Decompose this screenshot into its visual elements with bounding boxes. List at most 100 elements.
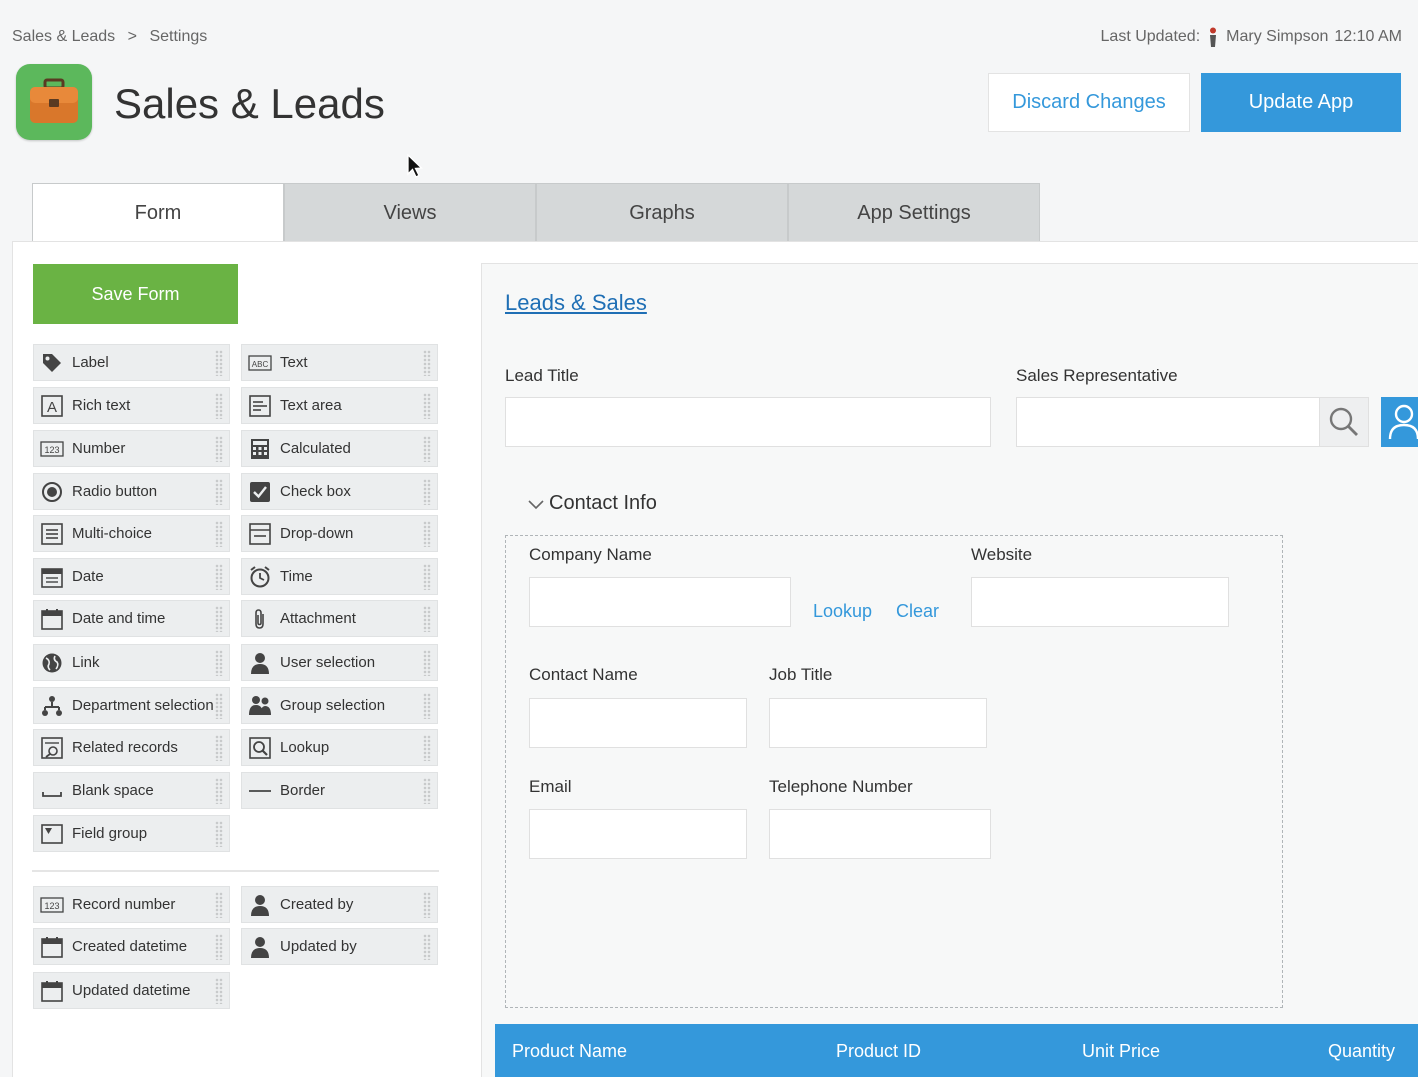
- calendar-icon: [39, 978, 65, 1004]
- email-label: Email: [529, 777, 572, 796]
- user-icon: [247, 934, 273, 960]
- palette-item-date-and-time[interactable]: Date and time: [33, 600, 230, 637]
- palette-item-time[interactable]: Time: [241, 558, 438, 595]
- palette-item-text[interactable]: ABC Text: [241, 344, 438, 381]
- palette-divider: [32, 870, 439, 872]
- product-table-header: Product Name Product ID Unit Price Quant…: [495, 1024, 1418, 1077]
- palette-item-related-records[interactable]: Related records: [33, 729, 230, 766]
- palette-item-date[interactable]: Date: [33, 558, 230, 595]
- column-header-unit-price[interactable]: Unit Price: [1082, 1041, 1160, 1062]
- discard-changes-button[interactable]: Discard Changes: [988, 73, 1190, 132]
- calculator-icon: [247, 436, 273, 462]
- palette-item-number[interactable]: 123 Number: [33, 430, 230, 467]
- palette-item-updated-datetime[interactable]: Updated datetime: [33, 972, 230, 1009]
- tab-graphs[interactable]: Graphs: [536, 183, 788, 243]
- sales-rep-user-button[interactable]: [1381, 397, 1418, 447]
- palette-item-lookup[interactable]: Lookup: [241, 729, 438, 766]
- palette-item-rich-text[interactable]: A Rich text: [33, 387, 230, 424]
- palette-item-group-selection[interactable]: Group selection: [241, 687, 438, 724]
- lead-title-input[interactable]: [505, 397, 991, 447]
- job-title-input[interactable]: [769, 698, 987, 748]
- palette-item-record-number[interactable]: 123 Record number: [33, 886, 230, 923]
- palette-item-attachment[interactable]: Attachment: [241, 600, 438, 637]
- app-icon: [16, 64, 92, 140]
- svg-text:ABC: ABC: [252, 360, 269, 369]
- clock-icon: [247, 564, 273, 590]
- palette-item-label[interactable]: Label: [33, 344, 230, 381]
- palette-item-field-group[interactable]: Field group: [33, 815, 230, 852]
- palette-item-user-selection[interactable]: User selection: [241, 644, 438, 681]
- last-updated-label: Last Updated:: [1100, 28, 1201, 45]
- last-updated: Last Updated: Mary Simpson 12:10 AM: [1101, 27, 1402, 47]
- column-header-product-name[interactable]: Product Name: [512, 1041, 627, 1062]
- website-input[interactable]: [971, 577, 1229, 627]
- person-icon: [1210, 27, 1217, 47]
- palette-item-calculated[interactable]: Calculated: [241, 430, 438, 467]
- multi-choice-icon: [39, 521, 65, 547]
- text-area-icon: [247, 393, 273, 419]
- palette-item-updated-by[interactable]: Updated by: [241, 928, 438, 965]
- column-header-product-id[interactable]: Product ID: [836, 1041, 921, 1062]
- palette-item-text-area[interactable]: Text area: [241, 387, 438, 424]
- svg-text:A: A: [47, 399, 57, 416]
- contact-name-label: Contact Name: [529, 665, 638, 684]
- last-updated-user[interactable]: Mary Simpson: [1226, 28, 1328, 46]
- website-label: Website: [971, 545, 1033, 564]
- tab-bar: Form Views Graphs App Settings: [32, 183, 1040, 243]
- chevron-down-icon: [528, 499, 544, 509]
- company-name-label: Company Name: [529, 545, 652, 564]
- company-name-input[interactable]: [529, 577, 791, 627]
- user-icon: [247, 650, 273, 676]
- last-updated-time: 12:10 AM: [1334, 28, 1402, 45]
- radio-icon: [39, 479, 65, 505]
- telephone-input[interactable]: [769, 809, 991, 859]
- update-app-button[interactable]: Update App: [1201, 73, 1401, 132]
- svg-text:123: 123: [44, 901, 59, 911]
- palette-item-check-box[interactable]: Check box: [241, 473, 438, 510]
- telephone-label: Telephone Number: [769, 777, 913, 796]
- tab-form[interactable]: Form: [32, 183, 284, 243]
- job-title-label: Job Title: [769, 665, 833, 684]
- sales-rep-search-button[interactable]: [1319, 397, 1369, 447]
- email-input[interactable]: [529, 809, 747, 859]
- breadcrumb-current: Settings: [149, 28, 208, 45]
- checkbox-icon: [247, 479, 273, 505]
- palette-item-blank-space[interactable]: Blank space: [33, 772, 230, 809]
- tag-icon: [39, 350, 65, 376]
- dropdown-icon: [247, 521, 273, 547]
- user-outline-icon: [1388, 404, 1418, 440]
- tab-views[interactable]: Views: [284, 183, 536, 243]
- org-chart-icon: [39, 693, 65, 719]
- lookup-link[interactable]: Lookup: [813, 601, 872, 622]
- field-group-icon: [39, 821, 65, 847]
- clear-link[interactable]: Clear: [896, 601, 939, 622]
- app-title: Sales & Leads: [114, 80, 385, 127]
- rich-text-icon: A: [39, 393, 65, 419]
- palette-item-created-datetime[interactable]: Created datetime: [33, 928, 230, 965]
- breadcrumb-root[interactable]: Sales & Leads: [12, 28, 115, 45]
- number-icon: 123: [39, 436, 65, 462]
- palette-item-created-by[interactable]: Created by: [241, 886, 438, 923]
- palette-item-drop-down[interactable]: Drop-down: [241, 515, 438, 552]
- palette-item-department-selection[interactable]: Department selection: [33, 687, 230, 724]
- border-line-icon: [247, 778, 273, 804]
- globe-icon: [39, 650, 65, 676]
- palette-item-radio-button[interactable]: Radio button: [33, 473, 230, 510]
- calendar-icon: [39, 934, 65, 960]
- related-records-icon: [39, 735, 65, 761]
- column-header-quantity[interactable]: Quantity: [1328, 1041, 1395, 1062]
- lookup-icon: [247, 735, 273, 761]
- palette-item-link[interactable]: Link: [33, 644, 230, 681]
- svg-text:123: 123: [44, 445, 59, 455]
- number-icon: 123: [39, 892, 65, 918]
- sales-rep-input[interactable]: [1016, 397, 1320, 447]
- save-form-button[interactable]: Save Form: [33, 264, 238, 324]
- calendar-icon: [39, 606, 65, 632]
- group-icon: [247, 693, 273, 719]
- form-title[interactable]: Leads & Sales: [505, 290, 647, 316]
- palette-item-multi-choice[interactable]: Multi-choice: [33, 515, 230, 552]
- contact-info-group-header[interactable]: Contact Info: [527, 492, 657, 515]
- contact-name-input[interactable]: [529, 698, 747, 748]
- tab-app-settings[interactable]: App Settings: [788, 183, 1040, 243]
- palette-item-border[interactable]: Border: [241, 772, 438, 809]
